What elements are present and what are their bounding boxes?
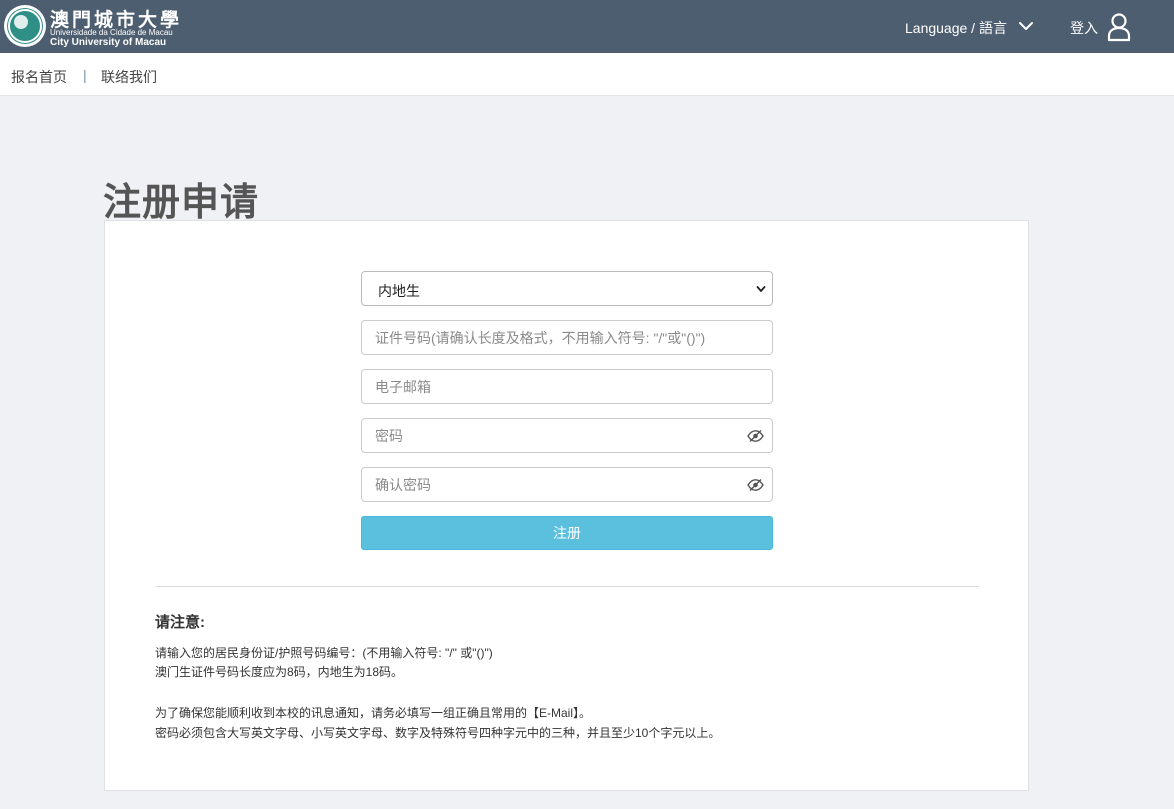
university-seal-icon xyxy=(4,5,46,47)
chevron-down-icon[interactable] xyxy=(1018,18,1034,34)
student-type-select[interactable]: 内地生 xyxy=(361,271,773,306)
nav-contact-link[interactable]: 联络我们 xyxy=(101,67,157,87)
eye-icon[interactable] xyxy=(747,429,764,443)
top-header: 澳門城市大學 Universidade da Cidade de Macau C… xyxy=(0,0,1174,53)
notice-line: 密码必须包含大写英文字母、小写英文字母、数字及特殊符号四种字元中的三种，并且至少… xyxy=(155,726,721,740)
nav-home-link[interactable]: 报名首页 xyxy=(11,67,67,87)
login-link[interactable]: 登入 xyxy=(1070,18,1098,38)
registration-card: 内地生 注册 请注意: 请输入您的居民身份证/护照号码编号：(不用输入符号: "… xyxy=(104,220,1029,791)
divider xyxy=(155,586,979,587)
confirm-password-input[interactable] xyxy=(362,468,772,501)
eye-icon[interactable] xyxy=(747,478,764,492)
id-number-field-wrapper xyxy=(361,320,773,355)
password-field-wrapper xyxy=(361,418,773,453)
user-icon[interactable] xyxy=(1106,12,1132,42)
id-number-input[interactable] xyxy=(362,321,772,354)
student-type-selected: 内地生 xyxy=(378,283,420,299)
nav-separator: | xyxy=(83,67,87,83)
notice-line: 请输入您的居民身份证/护照号码编号：(不用输入符号: "/" 或"()") xyxy=(155,646,493,660)
logo-name-portuguese: Universidade da Cidade de Macau xyxy=(50,28,173,37)
logo-name-english: City University of Macau xyxy=(50,37,167,48)
password-input[interactable] xyxy=(362,419,772,452)
notice-line: 为了确保您能顺利收到本校的讯息通知，请务必填写一组正确且常用的【E-Mail】。 xyxy=(155,706,592,720)
language-selector[interactable]: Language / 語言 xyxy=(905,18,1007,38)
email-field-wrapper xyxy=(361,369,773,404)
chevron-down-icon xyxy=(756,286,766,292)
confirm-password-field-wrapper xyxy=(361,467,773,502)
secondary-nav: 报名首页 | 联络我们 xyxy=(0,53,1174,96)
email-input[interactable] xyxy=(362,370,772,403)
register-button[interactable]: 注册 xyxy=(361,516,773,550)
notice-line: 澳门生证件号码长度应为8码，内地生为18码。 xyxy=(155,665,404,679)
page-title: 注册申请 xyxy=(103,182,260,224)
notice-title: 请注意: xyxy=(155,614,205,631)
university-logo[interactable]: 澳門城市大學 Universidade da Cidade de Macau C… xyxy=(4,4,179,50)
